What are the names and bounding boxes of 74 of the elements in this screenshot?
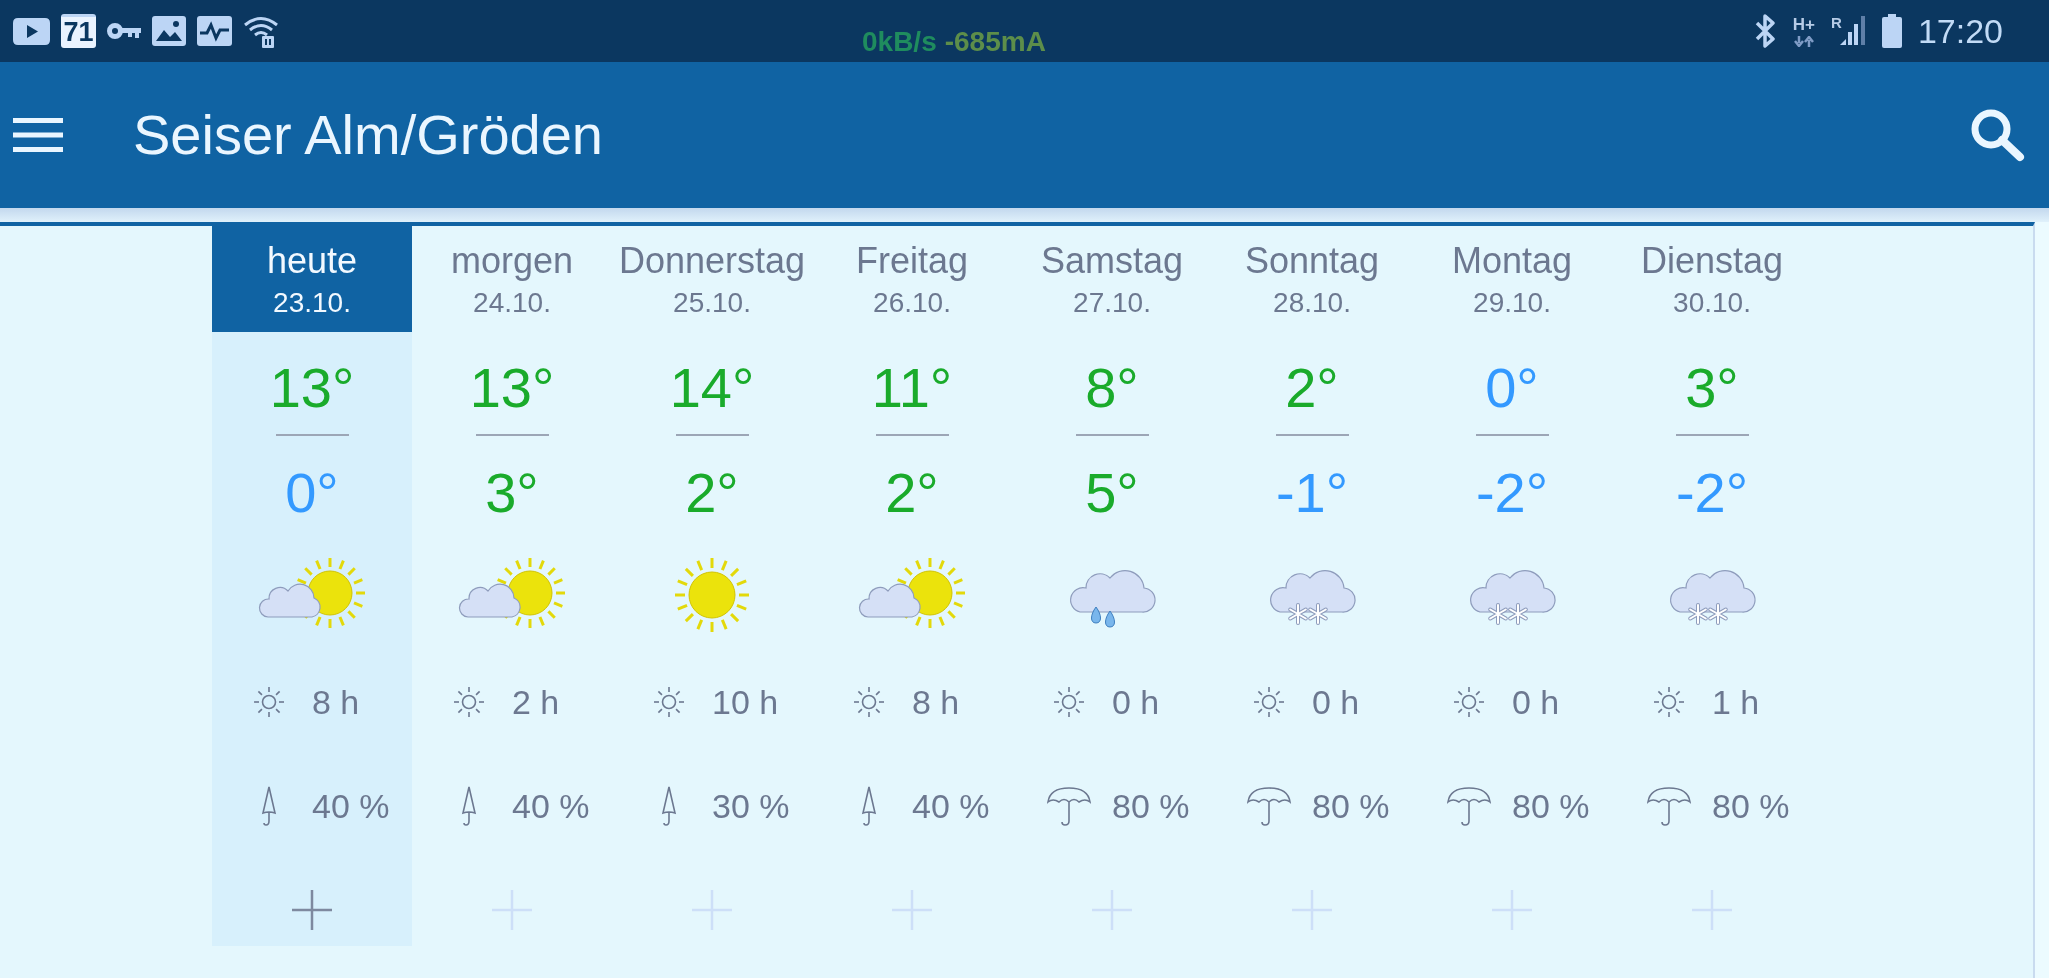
network-type-label: H+	[1792, 15, 1816, 34]
roaming-label: R	[1831, 15, 1842, 30]
sunshine-hours: 8 h	[912, 682, 960, 722]
sun-icon	[452, 685, 486, 719]
sun-icon	[672, 555, 752, 635]
day-tab[interactable]: Dienstag 30.10.	[1612, 226, 1812, 332]
closed-umbrella-icon	[660, 786, 678, 826]
pulse-icon	[197, 16, 232, 46]
sun-icon	[1052, 685, 1086, 719]
precipitation-chance: 30 %	[712, 786, 790, 826]
battery-icon	[1881, 14, 1902, 48]
closed-umbrella-icon	[260, 786, 278, 826]
sunshine-hours: 1 h	[1712, 682, 1760, 722]
low-temperature: 0°	[285, 461, 339, 525]
sunshine-hours: 8 h	[312, 682, 360, 722]
sun-icon	[1652, 685, 1686, 719]
closed-umbrella-icon	[860, 786, 878, 826]
key-icon	[107, 22, 141, 40]
low-temperature: -2°	[1475, 461, 1549, 525]
location-title: Seiser Alm/Gröden	[133, 104, 603, 166]
closed-umbrella-icon	[460, 786, 478, 826]
high-temperature: 13°	[469, 356, 555, 420]
high-temperature: 3°	[1685, 356, 1739, 420]
high-temperature: 11°	[871, 356, 953, 420]
day-tab[interactable]: Freitag 26.10.	[812, 226, 1012, 332]
low-temperature: -2°	[1675, 461, 1749, 525]
clock-time: 17:20	[1917, 14, 2003, 48]
sun-icon	[252, 685, 286, 719]
day-tab[interactable]: heute 23.10.	[212, 226, 412, 332]
day-tab[interactable]: morgen 24.10.	[412, 226, 612, 332]
low-temperature: 2°	[885, 461, 939, 525]
current-draw: -685mA	[944, 28, 1046, 56]
sunshine-hours: 0 h	[1112, 682, 1160, 722]
umbrella-icon	[1046, 786, 1092, 826]
sunshine-hours: 0 h	[1312, 682, 1360, 722]
precipitation-chance: 40 %	[512, 786, 590, 826]
umbrella-icon	[1446, 786, 1492, 826]
sun-icon	[652, 685, 686, 719]
day-tab[interactable]: Donnerstag 25.10.	[612, 226, 812, 332]
precipitation-chance: 80 %	[1312, 786, 1390, 826]
sun-icon	[852, 685, 886, 719]
umbrella-icon	[1646, 786, 1692, 826]
calendar-badge: 71	[61, 14, 96, 48]
high-temperature: 14°	[669, 356, 755, 420]
umbrella-icon	[1246, 786, 1292, 826]
play-icon	[13, 17, 50, 45]
search-icon[interactable]	[1969, 108, 2025, 162]
sunshine-hours: 0 h	[1512, 682, 1560, 722]
low-temperature: 3°	[485, 461, 539, 525]
high-temperature: 8°	[1085, 356, 1139, 420]
precipitation-chance: 80 %	[1112, 786, 1190, 826]
day-tab[interactable]: Sonntag 28.10.	[1212, 226, 1412, 332]
image-icon	[152, 16, 186, 46]
low-temperature: 5°	[1085, 461, 1139, 525]
low-temperature: 2°	[685, 461, 739, 525]
precipitation-chance: 40 %	[912, 786, 990, 826]
precipitation-chance: 80 %	[1712, 786, 1790, 826]
sun-icon	[1252, 685, 1286, 719]
sunshine-hours: 10 h	[712, 682, 779, 722]
network-speed: 0kB/s	[862, 28, 937, 56]
wifi-icon	[243, 14, 279, 48]
precipitation-chance: 80 %	[1512, 786, 1590, 826]
menu-icon[interactable]	[13, 118, 63, 152]
precipitation-chance: 40 %	[312, 786, 390, 826]
high-temperature: 2°	[1285, 356, 1339, 420]
high-temperature: 13°	[269, 356, 355, 420]
high-temperature: 0°	[1485, 356, 1539, 420]
plus-icon[interactable]	[292, 890, 332, 930]
day-tab[interactable]: Samstag 27.10.	[1012, 226, 1212, 332]
day-tab[interactable]: Montag 29.10.	[1412, 226, 1612, 332]
sunshine-hours: 2 h	[512, 682, 560, 722]
low-temperature: -1°	[1275, 461, 1349, 525]
data-arrows-icon	[1792, 35, 1815, 47]
sun-icon	[1452, 685, 1486, 719]
